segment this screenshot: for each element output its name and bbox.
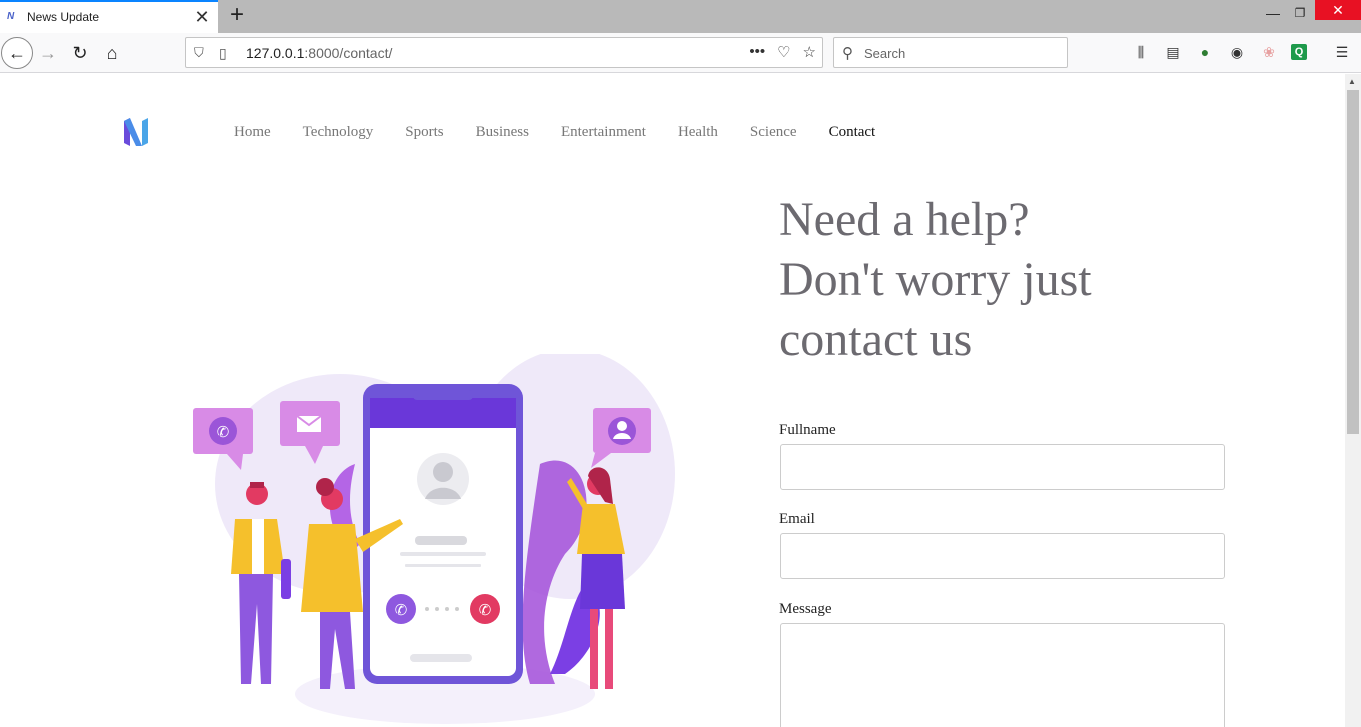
headline-line-1: Need a help? <box>779 193 1030 246</box>
browser-toolbar: ← → ↻ ⌂ ⛉ ▯ 127.0.0.1:8000/contact/ ••• … <box>0 33 1361 73</box>
svg-text:✆: ✆ <box>217 423 230 441</box>
message-label: Message <box>779 601 832 617</box>
page-scrollbar[interactable]: ▲ <box>1345 74 1361 727</box>
library-icon[interactable]: ⫼ <box>1131 42 1151 62</box>
tracking-shield-icon[interactable]: ⛉ <box>194 45 204 61</box>
nav-sports[interactable]: Sports <box>405 124 443 141</box>
url-path: :8000/contact/ <box>304 45 393 61</box>
fullname-field[interactable] <box>780 444 1225 490</box>
restore-window-icon[interactable]: ❐ <box>1289 2 1311 24</box>
browser-titlebar: N News Update ✕ + — ❐ ✕ <box>0 0 1361 33</box>
address-bar[interactable]: ⛉ ▯ 127.0.0.1:8000/contact/ ••• ♡ ☆ <box>185 37 823 68</box>
nav-science[interactable]: Science <box>750 124 797 141</box>
search-icon: ⚲ <box>842 45 853 62</box>
scrollbar-thumb[interactable] <box>1347 90 1359 434</box>
extension-pink-icon[interactable]: ❀ <box>1259 42 1279 62</box>
url-text[interactable]: 127.0.0.1:8000/contact/ <box>246 45 392 61</box>
email-field[interactable] <box>780 533 1225 579</box>
page-headline: Need a help? Don't worry just contact us <box>779 190 1199 370</box>
bookmark-star-icon[interactable]: ☆ <box>803 43 816 61</box>
sidebar-icon[interactable]: ▤ <box>1163 42 1183 62</box>
nav-health[interactable]: Health <box>678 124 718 141</box>
fullname-label: Fullname <box>779 422 836 438</box>
search-bar[interactable]: ⚲ Search <box>833 37 1068 68</box>
site-logo-icon[interactable] <box>124 118 148 146</box>
site-favicon-icon: N <box>7 11 15 22</box>
menu-icon[interactable]: ☰ <box>1332 42 1352 62</box>
nav-home[interactable]: Home <box>234 124 271 141</box>
pocket-icon[interactable]: ♡ <box>777 43 790 61</box>
new-tab-button[interactable]: + <box>224 3 250 29</box>
nav-contact[interactable]: Contact <box>829 124 876 141</box>
close-tab-icon[interactable]: ✕ <box>192 7 212 27</box>
nav-business[interactable]: Business <box>476 124 529 141</box>
close-window-button[interactable]: ✕ <box>1315 0 1361 20</box>
svg-text:✆: ✆ <box>395 601 408 619</box>
reload-button[interactable]: ↻ <box>65 38 95 68</box>
headline-line-3: contact us <box>779 313 973 366</box>
page-info-icon[interactable]: ▯ <box>219 45 227 62</box>
main-nav: Home Technology Sports Business Entertai… <box>234 124 907 141</box>
extension-green-icon[interactable]: ● <box>1195 42 1215 62</box>
nav-entertainment[interactable]: Entertainment <box>561 124 646 141</box>
url-host: 127.0.0.1 <box>246 45 305 61</box>
account-icon[interactable]: ◉ <box>1227 42 1247 62</box>
email-label: Email <box>779 511 815 527</box>
scroll-up-arrow-icon[interactable]: ▲ <box>1348 77 1356 86</box>
back-button[interactable]: ← <box>1 37 33 69</box>
svg-text:✆: ✆ <box>479 601 492 619</box>
nav-technology[interactable]: Technology <box>303 124 374 141</box>
forward-button[interactable]: → <box>33 38 63 68</box>
page-actions-icon[interactable]: ••• <box>749 43 765 61</box>
tab-title: News Update <box>27 10 100 24</box>
search-placeholder: Search <box>864 46 906 61</box>
page-viewport: Home Technology Sports Business Entertai… <box>0 74 1345 727</box>
extension-q-icon[interactable]: Q <box>1291 44 1307 60</box>
headline-line-2: Don't worry just <box>779 253 1092 306</box>
browser-tab[interactable]: N News Update ✕ <box>0 0 218 33</box>
home-button[interactable]: ⌂ <box>97 38 127 68</box>
contact-illustration: ✆ ✆ ✆ <box>193 354 675 724</box>
message-field[interactable] <box>780 623 1225 727</box>
minimize-window-icon[interactable]: — <box>1262 2 1284 24</box>
